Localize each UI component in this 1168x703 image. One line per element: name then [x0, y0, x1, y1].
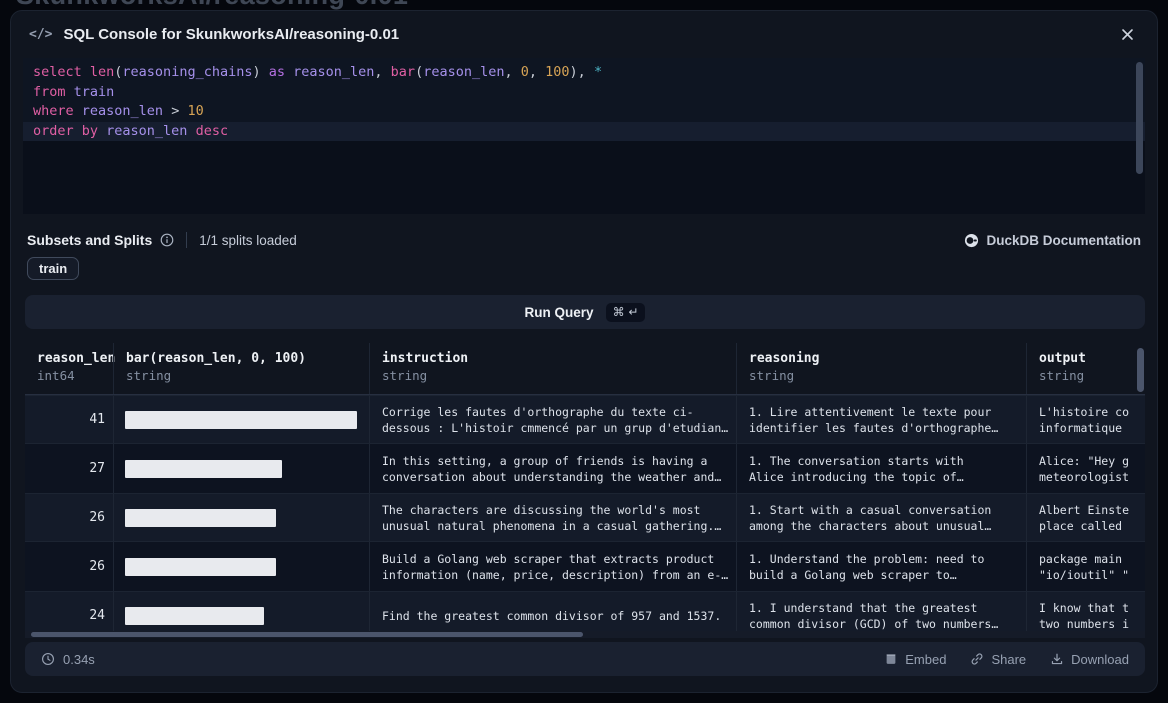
sql-line-4-active: order by reason_len desc	[23, 122, 1145, 142]
column-header-reason-len[interactable]: reason_len int64	[25, 343, 113, 394]
screen: { "backdrop": { "page_heading": "Skunkwo…	[0, 0, 1168, 703]
cell-instruction: Build a Golang web scraper that extracts…	[369, 542, 736, 591]
cell-bar	[113, 494, 369, 541]
sql-code-area: select len(reasoning_chains) as reason_l…	[23, 58, 1145, 141]
vertical-divider	[186, 232, 187, 248]
clock-icon	[41, 652, 55, 666]
cell-reasoning: 1. Lire attentivement le texte pour iden…	[736, 396, 1026, 443]
table-vertical-scrollbar[interactable]	[1137, 348, 1144, 392]
embed-icon	[884, 652, 898, 666]
results-table: reason_len int64 bar(reason_len, 0, 100)…	[25, 343, 1145, 638]
cell-reason-len: 27	[25, 444, 113, 493]
table-row: 41 Corrige les fautes d'orthographe du t…	[25, 395, 1145, 444]
bar-visualization	[125, 460, 282, 478]
bar-visualization	[125, 509, 276, 527]
share-label: Share	[991, 652, 1026, 667]
table-row: 26 The characters are discussing the wor…	[25, 493, 1145, 542]
cell-output: Albert Einste place called	[1026, 494, 1145, 541]
run-query-button[interactable]: Run Query ⌘ ↵	[25, 295, 1145, 329]
cell-reasoning: 1. The conversation starts with Alice in…	[736, 444, 1026, 493]
code-icon: </>	[29, 27, 52, 42]
query-duration: 0.34s	[41, 652, 95, 667]
column-header-output[interactable]: output string	[1026, 343, 1145, 394]
duckdb-docs-label: DuckDB Documentation	[986, 233, 1141, 248]
bar-visualization	[125, 411, 357, 429]
editor-scrollbar[interactable]	[1136, 62, 1143, 174]
download-icon	[1050, 652, 1064, 666]
subsets-splits-row: Subsets and Splits 1/1 splits loaded Duc…	[27, 229, 1141, 251]
cell-instruction: Corrige les fautes d'orthographe du text…	[369, 396, 736, 443]
sql-line-2: from train	[23, 83, 1145, 103]
embed-label: Embed	[905, 652, 946, 667]
sql-editor[interactable]: select len(reasoning_chains) as reason_l…	[23, 58, 1145, 214]
cell-bar	[113, 542, 369, 591]
duckdb-docs-link[interactable]: DuckDB Documentation	[964, 233, 1141, 248]
run-query-label: Run Query	[525, 305, 594, 320]
table-row: 27 In this setting, a group of friends i…	[25, 444, 1145, 493]
modal-title: SQL Console for SkunkworksAI/reasoning-0…	[63, 26, 399, 43]
cell-output: package main "io/ioutil" "	[1026, 542, 1145, 591]
bar-visualization	[125, 607, 264, 625]
splits-loaded-status: 1/1 splits loaded	[199, 233, 297, 248]
split-chip-train[interactable]: train	[27, 257, 79, 280]
scrollbar-thumb[interactable]	[31, 632, 583, 637]
embed-button[interactable]: Embed	[884, 652, 946, 667]
table-horizontal-scrollbar[interactable]	[25, 631, 1145, 638]
column-header-instruction[interactable]: instruction string	[369, 343, 736, 394]
footer-bar: 0.34s Embed Share Download	[25, 642, 1145, 676]
column-header-bar[interactable]: bar(reason_len, 0, 100) string	[113, 343, 369, 394]
shortcut-badge: ⌘ ↵	[606, 303, 646, 322]
table-header: reason_len int64 bar(reason_len, 0, 100)…	[25, 343, 1145, 395]
bar-visualization	[125, 558, 276, 576]
download-button[interactable]: Download	[1050, 652, 1129, 667]
share-button[interactable]: Share	[970, 652, 1026, 667]
query-duration-value: 0.34s	[63, 652, 95, 667]
cell-instruction: The characters are discussing the world'…	[369, 494, 736, 541]
table-row: 26 Build a Golang web scraper that extra…	[25, 542, 1145, 591]
cell-output: L'histoire co informatique	[1026, 396, 1145, 443]
cell-reason-len: 41	[25, 396, 113, 443]
sql-line-1: select len(reasoning_chains) as reason_l…	[23, 63, 1145, 83]
column-header-reasoning[interactable]: reasoning string	[736, 343, 1026, 394]
link-icon	[970, 652, 984, 666]
close-icon	[1120, 27, 1135, 42]
sql-console-modal: </> SQL Console for SkunkworksAI/reasoni…	[10, 10, 1158, 693]
cell-instruction: In this setting, a group of friends is h…	[369, 444, 736, 493]
cell-reason-len: 26	[25, 542, 113, 591]
duckdb-icon	[964, 233, 979, 248]
sql-line-3: where reason_len > 10	[23, 102, 1145, 122]
download-label: Download	[1071, 652, 1129, 667]
subsets-splits-label: Subsets and Splits	[27, 232, 152, 248]
close-button[interactable]	[1116, 23, 1139, 46]
cell-reasoning: 1. Start with a casual conversation amon…	[736, 494, 1026, 541]
info-icon[interactable]	[160, 233, 174, 247]
cell-bar	[113, 396, 369, 443]
cell-bar	[113, 444, 369, 493]
footer-actions: Embed Share Download	[884, 652, 1129, 667]
cell-output: Alice: "Hey g meteorologist	[1026, 444, 1145, 493]
modal-header: </> SQL Console for SkunkworksAI/reasoni…	[11, 11, 1157, 57]
cell-reasoning: 1. Understand the problem: need to build…	[736, 542, 1026, 591]
cell-reason-len: 26	[25, 494, 113, 541]
